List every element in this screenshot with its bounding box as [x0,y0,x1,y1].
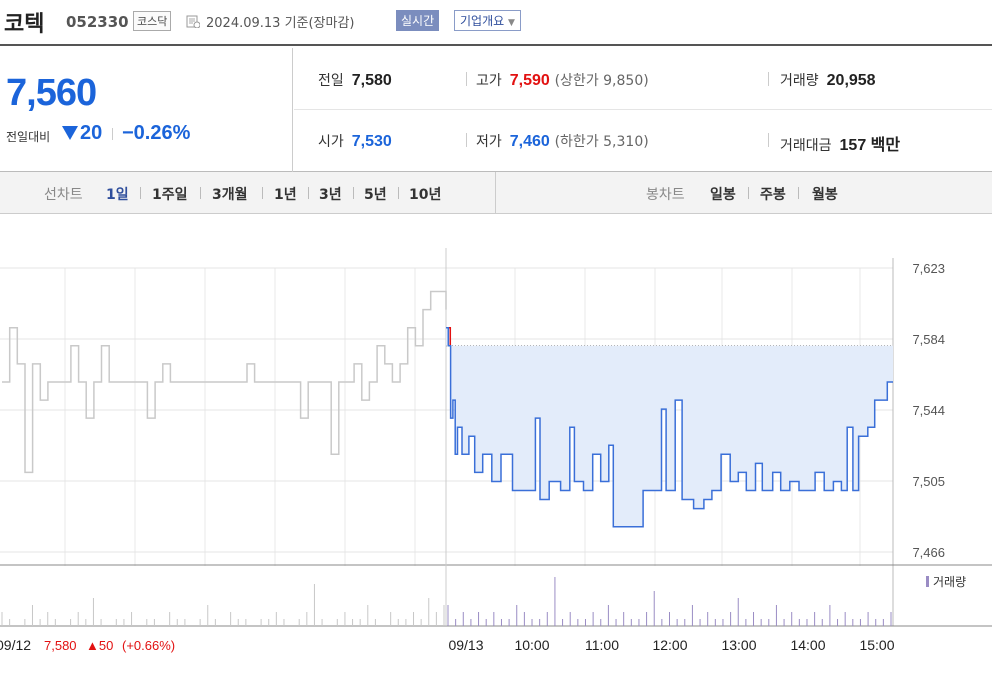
down-triangle-icon [62,126,78,140]
y-tick-label: 7,584 [912,332,945,347]
company-overview-dropdown[interactable]: 기업개요 ▼ [454,10,521,31]
company-overview-label: 기업개요 [460,14,505,28]
change-value: 20 [80,122,103,144]
high-price: 고가 7,590 (상한가 9,850) [476,72,649,89]
y-tick-label: 7,466 [912,545,945,560]
prev-day-percent: (+0.66%) [122,638,175,653]
chart-tabs: 선차트 1일 1주일 3개월 1년 3년 5년 10년 봉차트 일봉 주봉 월봉 [0,172,992,214]
intraday-chart: 7,623 7,584 7,544 7,505 7,466 거래량 09/13 10:00 11… [0,214,992,680]
current-price-box: 7,560 전일대비 20 −0.26% [0,48,293,172]
prev-day-close: 7,580 [44,638,77,653]
chevron-down-icon: ▼ [508,18,515,28]
quote-panel: 7,560 전일대비 20 −0.26% 전일 7,580 고가 7,590 (상한… [0,48,992,172]
tab-1d[interactable]: 1일 [106,184,129,204]
calendar-icon [186,15,200,28]
chart-canvas: 7,623 7,584 7,544 7,505 7,466 거래량 09/13 10:00 11… [0,248,992,653]
prev-close: 전일 7,580 [318,72,392,89]
x-tick-label: 11:00 [585,637,619,653]
tabs-divider [495,172,496,214]
divider [768,133,769,147]
below-reference-area [446,327,893,527]
tab-10y[interactable]: 10년 [409,184,441,204]
low-price: 저가 7,460 (하한가 5,310) [476,133,649,150]
divider [466,72,467,86]
change-percent: −0.26% [122,122,191,144]
quote-date: 2024.09.13 기준(장마감) [206,16,355,31]
tab-weekly[interactable]: 주봉 [760,184,786,204]
tab-5y[interactable]: 5년 [364,184,387,204]
tab-3m[interactable]: 3개월 [212,184,248,204]
x-tick-label: 10:00 [514,637,549,653]
line-chart-label: 선차트 [44,187,83,203]
trade-amount: 거래대금 157 백만 [780,137,901,154]
x-tick-label: 13:00 [721,637,756,653]
realtime-button[interactable]: 실시간 [396,10,440,31]
stock-header: 코텍 052330 코스닥 2024.09.13 기준(장마감) 실시간 기업개… [0,0,992,46]
tab-3y[interactable]: 3년 [319,184,342,204]
x-tick-label: 15:00 [859,637,894,653]
open-price: 시가 7,530 [318,133,392,150]
tab-monthly[interactable]: 월봉 [812,184,838,204]
change-label: 전일대비 [6,130,51,144]
divider [466,133,467,147]
x-tick-label: 12:00 [652,637,687,653]
volume: 거래량 20,958 [780,72,876,89]
tab-daily[interactable]: 일봉 [710,184,736,204]
prev-day-price-line [2,290,447,474]
x-tick-label: 14:00 [790,637,825,653]
current-price: 7,560 [6,72,97,114]
volume-legend-swatch [926,576,929,587]
tab-1w[interactable]: 1주일 [152,184,188,204]
x-tick-label: 09/13 [448,637,483,653]
volume-legend-label: 거래량 [933,575,966,589]
divider [112,128,113,140]
y-tick-label: 7,544 [912,403,945,418]
divider [768,72,769,86]
prev-day-date: 09/12 [0,637,31,653]
market-badge: 코스닥 [133,11,172,31]
tab-1y[interactable]: 1년 [274,184,297,204]
candle-chart-label: 봉차트 [646,187,685,203]
y-tick-label: 7,623 [912,261,945,276]
y-tick-label: 7,505 [912,474,945,489]
row-divider [294,109,992,110]
prev-day-change: ▲50 [86,638,113,653]
stock-code: 052330 [66,13,129,31]
stock-name: 코텍 [4,12,45,37]
